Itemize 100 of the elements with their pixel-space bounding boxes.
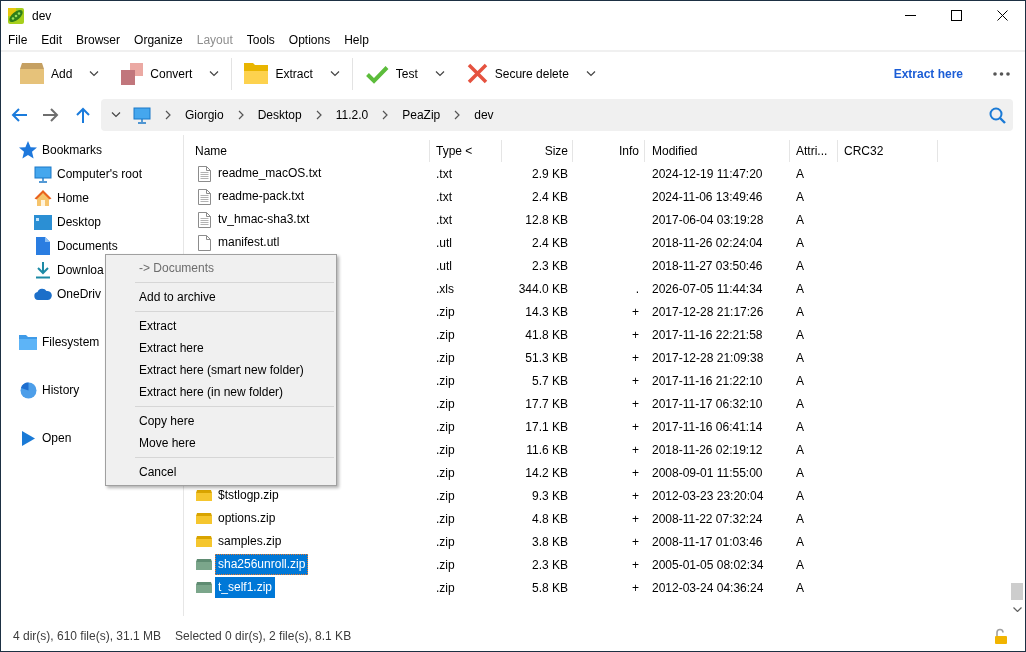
- file-type: .zip: [436, 442, 455, 457]
- sidebar-item[interactable]: Documents: [34, 237, 118, 255]
- file-name[interactable]: samples.zip: [215, 531, 285, 552]
- menu-item[interactable]: Tools: [239, 32, 282, 48]
- file-name[interactable]: readme-pack.txt: [215, 186, 308, 207]
- modified-date: 2012-03-23 23:20:04: [652, 488, 764, 503]
- attributes: A: [796, 534, 804, 549]
- sidebar-item[interactable]: History: [19, 381, 80, 399]
- attributes: A: [796, 166, 804, 181]
- file-size: 5.8 KB: [531, 580, 568, 595]
- info-mark: .: [635, 281, 639, 296]
- column-header[interactable]: Info: [573, 140, 645, 162]
- document-icon: [36, 237, 50, 255]
- caret-icon: [209, 70, 220, 77]
- menu-item[interactable]: Options: [281, 32, 338, 48]
- file-name[interactable]: sha256unroll.zip: [215, 554, 309, 575]
- column-header[interactable]: Name: [184, 140, 430, 162]
- attributes: A: [796, 396, 804, 411]
- file-type: .zip: [436, 373, 455, 388]
- file-name[interactable]: t_self1.zip: [215, 577, 276, 598]
- menu-item[interactable]: Add to archive: [106, 286, 336, 308]
- modified-date: 2017-11-16 06:41:14: [652, 419, 763, 434]
- modified-date: 2017-11-17 06:32:10: [652, 396, 763, 411]
- breadcrumb-item[interactable]: PeaZip: [402, 108, 441, 122]
- menu-item[interactable]: Extract: [106, 315, 336, 337]
- attributes: A: [796, 465, 804, 480]
- file-name[interactable]: tv_hmac-sha3.txt: [215, 209, 313, 230]
- toolbar-button[interactable]: Add: [13, 57, 80, 90]
- menu-item[interactable]: Organize: [127, 32, 190, 48]
- file-type: .zip: [436, 511, 455, 526]
- modified-date: 2008-11-17 01:03:46: [652, 534, 763, 549]
- info-mark: +: [632, 350, 639, 365]
- toolbar-button[interactable]: Secure delete: [459, 57, 576, 90]
- column-header[interactable]: Type <: [430, 140, 502, 162]
- file-size: 2.9 KB: [531, 166, 568, 181]
- menu-item[interactable]: Copy here: [106, 410, 336, 432]
- modified-date: 2024-11-06 13:49:46: [652, 189, 763, 204]
- column-header[interactable]: Attri...: [790, 140, 838, 162]
- address-bar[interactable]: Giorgio Desktop 11.2.0 PeaZip dev: [101, 99, 1013, 131]
- file-name[interactable]: manifest.utl: [215, 232, 283, 253]
- breadcrumb-item[interactable]: dev: [474, 108, 494, 122]
- sidebar-item[interactable]: Home: [34, 189, 89, 207]
- info-mark: +: [632, 557, 639, 572]
- chevron-icon: [382, 110, 389, 120]
- sidebar-item[interactable]: OneDriv: [34, 285, 101, 303]
- menu-item[interactable]: Edit: [34, 32, 70, 48]
- folder-icon: [19, 334, 37, 350]
- toolbar-button[interactable]: Test: [357, 57, 425, 90]
- info-mark: +: [632, 396, 639, 411]
- menu-item[interactable]: Extract here (smart new folder): [106, 359, 336, 381]
- star-icon: [19, 141, 37, 159]
- breadcrumb-item[interactable]: Giorgio: [185, 108, 224, 122]
- modified-date: 2008-11-22 07:32:24: [652, 511, 763, 526]
- breadcrumb-item[interactable]: Desktop: [257, 108, 302, 122]
- window-title: dev: [32, 8, 52, 23]
- file-name[interactable]: options.zip: [215, 508, 279, 529]
- archive-icon: [196, 536, 212, 547]
- toolbar-button[interactable]: Convert: [114, 57, 200, 90]
- menu-item[interactable]: Help: [337, 32, 376, 48]
- column-header[interactable]: CRC32: [838, 140, 938, 162]
- sidebar-item[interactable]: Downloa: [34, 261, 104, 279]
- file-type: .zip: [436, 350, 455, 365]
- file-type: .utl: [436, 235, 452, 250]
- sidebar-item[interactable]: Desktop: [34, 213, 102, 231]
- status-text: Selected 0 dir(s), 2 file(s), 8.1 KB: [175, 628, 352, 643]
- sidebar-item[interactable]: Computer's root: [34, 165, 142, 183]
- menu-item[interactable]: Cancel: [106, 461, 336, 483]
- file-size: 2.3 KB: [531, 258, 568, 273]
- file-size: 5.7 KB: [531, 373, 568, 388]
- column-header[interactable]: Modified: [645, 140, 790, 162]
- desktop-icon: [34, 214, 52, 230]
- file-type: .zip: [436, 534, 455, 549]
- action-link[interactable]: Extract here: [887, 66, 969, 81]
- menu-item[interactable]: Move here: [106, 432, 336, 454]
- file-type: .txt: [436, 166, 452, 181]
- text-file-icon: [197, 165, 211, 182]
- column-header[interactable]: Size: [502, 140, 573, 162]
- menu-item[interactable]: File: [1, 32, 35, 48]
- chevron-icon: [315, 110, 322, 120]
- archive-icon: [196, 559, 212, 570]
- sidebar-item[interactable]: Open: [19, 429, 72, 447]
- breadcrumb-item[interactable]: 11.2.0: [335, 108, 369, 122]
- menu-item[interactable]: Extract here: [106, 337, 336, 359]
- sidebar-item[interactable]: Filesystem: [19, 333, 100, 351]
- toolbar-button[interactable]: Extract: [237, 57, 320, 90]
- file-name[interactable]: $tstlogp.zip: [215, 485, 282, 506]
- file-icon: [197, 234, 211, 251]
- squares-icon: [121, 62, 144, 85]
- file-size: 17.7 KB: [525, 396, 568, 411]
- file-size: 2.3 KB: [531, 557, 568, 572]
- archive-icon: [196, 490, 212, 501]
- chevron-icon: [237, 110, 244, 120]
- text-file-icon: [197, 211, 211, 228]
- file-size: 14.2 KB: [525, 465, 568, 480]
- modified-date: 2017-12-28 21:09:38: [652, 350, 764, 365]
- menu-item[interactable]: Browser: [69, 32, 128, 48]
- file-name[interactable]: readme_macOS.txt: [215, 163, 325, 184]
- scrollbar-thumb[interactable]: [1011, 583, 1023, 600]
- sidebar-item[interactable]: Bookmarks: [19, 141, 103, 159]
- menu-item[interactable]: Extract here (in new folder): [106, 381, 336, 403]
